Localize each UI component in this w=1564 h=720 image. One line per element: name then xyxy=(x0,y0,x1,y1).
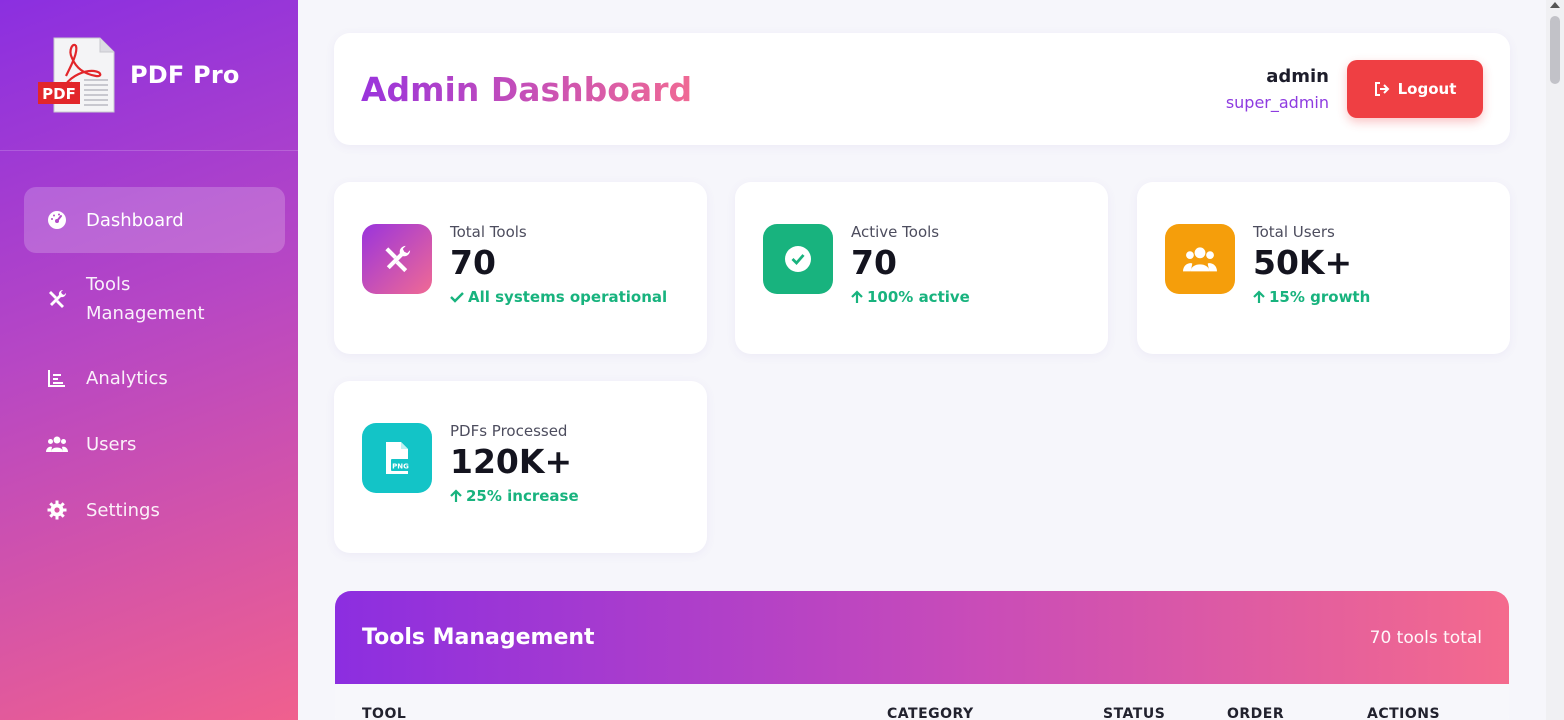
sidebar-nav: Dashboard Tools Management Analytics Use… xyxy=(0,151,298,543)
sidebar-item-label: Settings xyxy=(86,499,160,521)
logo-text: PDF xyxy=(42,85,76,103)
stat-card-total-users: Total Users 50K+ 15% growth xyxy=(1137,182,1510,354)
arrow-up-icon xyxy=(1253,290,1265,304)
main-content: Admin Dashboard admin super_admin Logout… xyxy=(298,0,1546,720)
user-role: super_admin xyxy=(1225,93,1329,112)
tools-icon xyxy=(362,224,432,294)
sidebar: PDF PDF Pro Dashboard Tools Management A… xyxy=(0,0,298,720)
sidebar-item-label: Users xyxy=(86,433,137,455)
stat-value: 70 xyxy=(851,243,897,282)
gear-icon xyxy=(46,499,68,521)
stat-trend: 100% active xyxy=(851,288,970,306)
users-icon xyxy=(46,433,68,455)
file-png-icon: PNG xyxy=(362,423,432,493)
logout-label: Logout xyxy=(1397,80,1457,98)
sidebar-item-users[interactable]: Users xyxy=(24,411,285,477)
column-header-status[interactable]: STATUS xyxy=(1103,706,1165,720)
stat-trend-text: 15% growth xyxy=(1269,288,1371,306)
sidebar-item-label: Analytics xyxy=(86,367,168,389)
stat-value: 70 xyxy=(450,243,496,282)
users-icon xyxy=(1165,224,1235,294)
logout-icon xyxy=(1374,82,1390,96)
pdf-logo-icon: PDF xyxy=(38,36,116,114)
user-box: admin super_admin Logout xyxy=(1226,60,1483,118)
stat-trend: All systems operational xyxy=(450,288,667,306)
stat-card-pdfs-processed: PNG PDFs Processed 120K+ 25% increase xyxy=(334,381,707,553)
sidebar-item-label: Tools xyxy=(86,274,131,295)
stat-trend-text: All systems operational xyxy=(468,288,668,306)
tools-panel-title: Tools Management xyxy=(362,625,595,650)
page-header: Admin Dashboard admin super_admin Logout xyxy=(334,33,1510,145)
stat-trend: 25% increase xyxy=(450,487,579,505)
stat-trend-text: 100% active xyxy=(867,288,970,306)
stat-card-total-tools: Total Tools 70 All systems operational xyxy=(334,182,707,354)
check-icon xyxy=(450,291,464,303)
stat-label: Total Users xyxy=(1253,223,1335,241)
arrow-up-icon xyxy=(450,489,462,503)
stat-trend: 15% growth xyxy=(1253,288,1370,306)
gauge-icon xyxy=(46,209,68,231)
scroll-up-arrow-icon[interactable] xyxy=(1550,2,1560,8)
sidebar-item-label: Dashboard xyxy=(86,209,184,231)
column-header-category[interactable]: CATEGORY xyxy=(887,706,974,720)
tools-icon xyxy=(46,288,68,310)
chart-icon xyxy=(46,367,68,389)
logout-button[interactable]: Logout xyxy=(1347,60,1483,118)
brand-name: PDF Pro xyxy=(130,61,240,89)
sidebar-item-settings[interactable]: Settings xyxy=(24,477,285,543)
stat-value: 50K+ xyxy=(1253,243,1353,282)
page-scrollbar[interactable] xyxy=(1546,0,1564,720)
scrollbar-thumb[interactable] xyxy=(1550,16,1560,84)
column-header-actions[interactable]: ACTIONS xyxy=(1367,706,1440,720)
tools-panel-header: Tools Management 70 tools total xyxy=(335,591,1509,684)
column-header-order[interactable]: ORDER xyxy=(1227,706,1284,720)
tools-count: 70 tools total xyxy=(1369,627,1482,648)
stat-card-active-tools: Active Tools 70 100% active xyxy=(735,182,1108,354)
column-header-tool[interactable]: TOOL xyxy=(362,706,406,720)
svg-text:PNG: PNG xyxy=(392,463,409,471)
brand[interactable]: PDF PDF Pro xyxy=(0,0,298,151)
sidebar-item-label: Management xyxy=(86,303,205,324)
stat-value: 120K+ xyxy=(450,442,573,481)
tools-table-header: TOOL CATEGORY STATUS ORDER ACTIONS xyxy=(335,684,1509,720)
sidebar-item-analytics[interactable]: Analytics xyxy=(24,345,285,411)
user-name: admin xyxy=(1266,66,1329,87)
stat-label: Total Tools xyxy=(450,223,527,241)
sidebar-item-dashboard[interactable]: Dashboard xyxy=(24,187,285,253)
stat-label: Active Tools xyxy=(851,223,940,241)
stat-trend-text: 25% increase xyxy=(466,487,579,505)
sidebar-item-tools-management[interactable]: Tools Management xyxy=(24,253,285,345)
tools-management-panel: Tools Management 70 tools total TOOL CAT… xyxy=(335,591,1509,720)
check-circle-icon xyxy=(763,224,833,294)
arrow-up-icon xyxy=(851,290,863,304)
user-info: admin super_admin xyxy=(1226,66,1329,112)
stat-label: PDFs Processed xyxy=(450,422,568,440)
page-title: Admin Dashboard xyxy=(361,69,693,109)
